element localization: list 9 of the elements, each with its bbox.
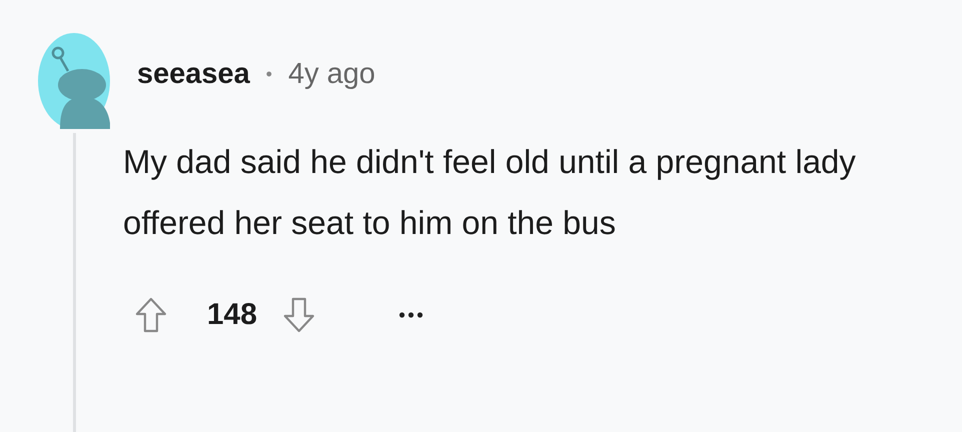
username-link[interactable]: seeasea xyxy=(137,58,250,91)
downvote-icon[interactable] xyxy=(283,297,316,333)
avatar-icon xyxy=(38,33,110,129)
upvote-icon[interactable] xyxy=(135,297,167,333)
vote-count: 148 xyxy=(207,298,258,332)
separator-dot: • xyxy=(266,64,272,85)
more-options-icon[interactable] xyxy=(399,312,424,318)
timestamp: 4y ago xyxy=(288,58,376,91)
comment-text: My dad said he didn't feel old until a pregnant lady offered her seat to him on the bus xyxy=(123,142,857,243)
